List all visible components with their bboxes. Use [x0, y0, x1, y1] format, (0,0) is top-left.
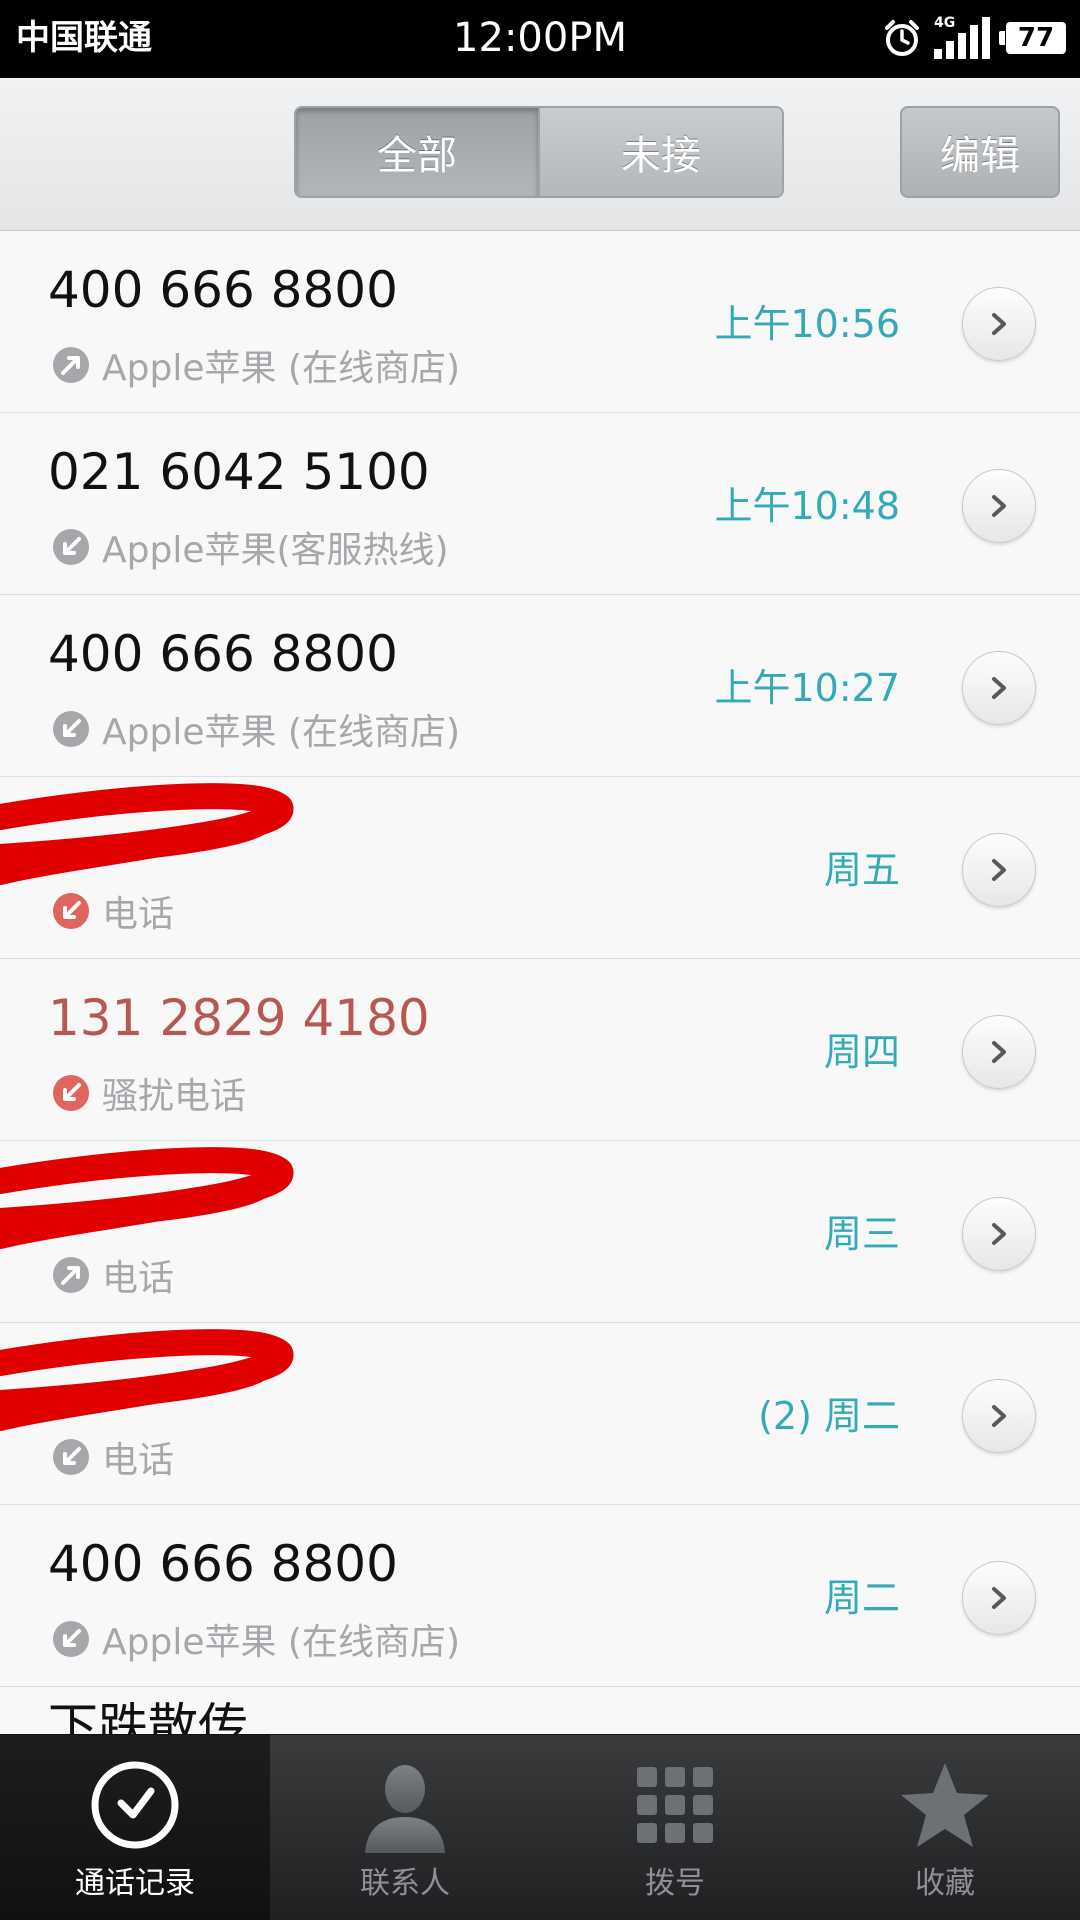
- call-label-line: 骚扰电话: [52, 1067, 246, 1119]
- chevron-right-icon: [992, 1587, 1006, 1609]
- call-number: 400 666 8800: [48, 261, 398, 319]
- keypad-icon: [637, 1767, 713, 1843]
- tab-contacts[interactable]: 联系人: [270, 1735, 540, 1920]
- status-bar: 中国联通 12:00PM 4G 77: [0, 0, 1080, 78]
- incoming-call-icon: [53, 711, 89, 747]
- tab-label: 联系人: [360, 1866, 450, 1901]
- call-details-button[interactable]: [962, 651, 1036, 725]
- call-details-button[interactable]: [962, 287, 1036, 361]
- call-details-button[interactable]: [962, 469, 1036, 543]
- call-label-line: Apple苹果(客服热线): [52, 521, 449, 573]
- call-label: Apple苹果(客服热线): [102, 530, 449, 571]
- chevron-right-icon: [992, 1405, 1006, 1427]
- tab-missed-calls[interactable]: 未接: [538, 108, 782, 196]
- filter-segmented-control: 全部 未接: [294, 106, 784, 198]
- call-label-line: 电话: [52, 1431, 174, 1483]
- call-time: 上午10:48: [714, 484, 900, 528]
- tab-call-log[interactable]: 通话记录: [0, 1735, 270, 1920]
- battery-icon: 77: [999, 22, 1066, 54]
- call-number: 下跌散传: [48, 1698, 248, 1734]
- star-icon: [901, 1763, 989, 1847]
- call-row[interactable]: 电话 周三: [0, 1141, 1080, 1323]
- call-details-button[interactable]: [962, 1561, 1036, 1635]
- call-row[interactable]: 131 2829 4180 骚扰电话 周四: [0, 959, 1080, 1141]
- incoming-call-icon: [53, 1621, 89, 1657]
- call-time: 周五: [823, 848, 900, 892]
- call-log-list: 400 666 8800 Apple苹果 (在线商店) 上午10:56 021 604…: [0, 231, 1080, 1734]
- call-row[interactable]: 021 6042 5100 Apple苹果(客服热线) 上午10:48: [0, 413, 1080, 595]
- call-details-button[interactable]: [962, 1197, 1036, 1271]
- bottom-tab-bar: 通话记录 联系人 拨号 收藏: [0, 1734, 1080, 1920]
- call-label-line: Apple苹果 (在线商店): [52, 339, 460, 391]
- call-number: 400 666 8800: [48, 625, 398, 683]
- alarm-icon: [885, 20, 919, 56]
- outgoing-call-icon: [53, 347, 89, 383]
- call-label: 电话: [102, 1258, 175, 1299]
- status-icons: 4G 77: [882, 15, 1066, 60]
- missed-call-icon: [53, 893, 89, 929]
- call-row[interactable]: 下跌散传: [0, 1687, 1080, 1734]
- call-row[interactable]: 400 666 8800 Apple苹果 (在线商店) 上午10:27: [0, 595, 1080, 777]
- call-row[interactable]: 400 666 8800 Apple苹果 (在线商店) 周二: [0, 1505, 1080, 1687]
- chevron-right-icon: [992, 1041, 1006, 1063]
- signal-icon: 4G: [934, 15, 994, 59]
- chevron-right-icon: [992, 859, 1006, 881]
- tab-label: 拨号: [645, 1866, 705, 1901]
- call-number: 021 6042 5100: [48, 443, 430, 501]
- call-time: 周四: [823, 1030, 900, 1074]
- clock-icon: [91, 1761, 179, 1849]
- call-label: Apple苹果 (在线商店): [102, 348, 461, 389]
- network-type: 4G: [934, 15, 956, 31]
- incoming-call-icon: [53, 1439, 89, 1475]
- call-number: 131 2829 4180: [48, 989, 430, 1047]
- chevron-right-icon: [992, 495, 1006, 517]
- missed-call-icon: [53, 1075, 89, 1111]
- edit-button[interactable]: 编辑: [900, 106, 1060, 198]
- call-label: 电话: [102, 1440, 175, 1481]
- chevron-right-icon: [992, 313, 1006, 335]
- call-time: 上午10:27: [714, 666, 900, 710]
- call-label: 电话: [102, 894, 175, 935]
- tab-label: 通话记录: [75, 1866, 195, 1901]
- call-row[interactable]: 电话 周五: [0, 777, 1080, 959]
- tab-all-calls[interactable]: 全部: [296, 108, 538, 196]
- person-icon: [365, 1765, 445, 1853]
- call-details-button[interactable]: [962, 833, 1036, 907]
- call-label: Apple苹果 (在线商店): [102, 1622, 461, 1663]
- call-label: 骚扰电话: [102, 1076, 247, 1117]
- call-row[interactable]: 400 666 8800 Apple苹果 (在线商店) 上午10:56: [0, 231, 1080, 413]
- call-label: Apple苹果 (在线商店): [102, 712, 461, 753]
- outgoing-call-icon: [53, 1257, 89, 1293]
- call-label-line: 电话: [52, 885, 174, 937]
- tab-dialer[interactable]: 拨号: [540, 1735, 810, 1920]
- tab-label: 收藏: [915, 1866, 975, 1901]
- call-number: 400 666 8800: [48, 1535, 398, 1593]
- call-label-line: Apple苹果 (在线商店): [52, 703, 460, 755]
- call-time: (2) 周二: [758, 1394, 900, 1438]
- header-toolbar: 全部 未接 编辑: [0, 78, 1080, 231]
- call-time: 上午10:56: [714, 302, 900, 346]
- call-details-button[interactable]: [962, 1015, 1036, 1089]
- chevron-right-icon: [992, 1223, 1006, 1245]
- call-row[interactable]: 电话 (2) 周二: [0, 1323, 1080, 1505]
- tab-favorites[interactable]: 收藏: [810, 1735, 1080, 1920]
- incoming-call-icon: [53, 529, 89, 565]
- call-details-button[interactable]: [962, 1379, 1036, 1453]
- call-label-line: 电话: [52, 1249, 174, 1301]
- chevron-right-icon: [992, 677, 1006, 699]
- call-time: 周二: [823, 1576, 900, 1620]
- call-label-line: Apple苹果 (在线商店): [52, 1613, 460, 1665]
- call-time: 周三: [823, 1212, 900, 1256]
